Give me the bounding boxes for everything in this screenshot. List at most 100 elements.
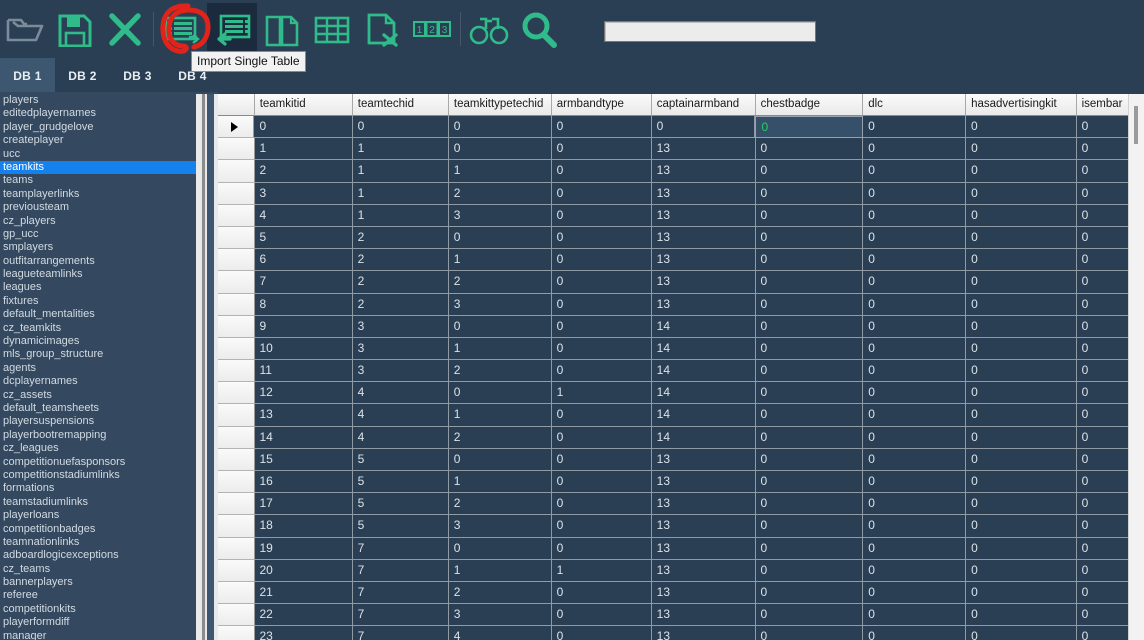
sidebar-item-smplayers[interactable]: smplayers bbox=[0, 241, 196, 254]
grid-cell[interactable]: 14 bbox=[254, 426, 353, 449]
row-header[interactable] bbox=[218, 337, 255, 361]
grid-cell[interactable]: 2 bbox=[254, 160, 353, 183]
grid-cell[interactable]: 5 bbox=[254, 226, 353, 250]
grid-cell[interactable]: 0 bbox=[448, 315, 552, 338]
grid-cell[interactable]: 0 bbox=[755, 515, 864, 538]
grid-cell[interactable]: 0 bbox=[755, 337, 864, 361]
grid-cell[interactable]: 13 bbox=[651, 581, 756, 605]
grid-cell[interactable]: 13 bbox=[651, 204, 756, 227]
table-row[interactable]: 23 7 4 0 13 0 0 0 0 bbox=[218, 626, 1144, 640]
grid-table-icon[interactable] bbox=[307, 3, 357, 55]
grid-cell[interactable]: 14 bbox=[651, 404, 756, 427]
grid-cell[interactable]: 3 bbox=[352, 360, 449, 383]
grid-cell[interactable]: 0 bbox=[966, 382, 1077, 405]
grid-cell[interactable]: 0 bbox=[254, 116, 353, 139]
grid-cell[interactable]: 1 bbox=[551, 382, 652, 405]
grid-cell[interactable]: 0 bbox=[966, 138, 1077, 161]
grid-cell[interactable]: 14 bbox=[651, 382, 756, 405]
grid-cell[interactable]: 0 bbox=[966, 448, 1077, 471]
grid-cell[interactable]: 0 bbox=[448, 537, 552, 560]
grid-cell[interactable]: 0 bbox=[863, 604, 967, 627]
row-header[interactable] bbox=[218, 559, 255, 582]
grid-cell[interactable]: 14 bbox=[651, 360, 756, 383]
grid-cell[interactable]: 0 bbox=[863, 559, 967, 582]
copy-table-icon[interactable] bbox=[257, 3, 307, 55]
row-header[interactable] bbox=[218, 271, 255, 294]
grid-column-header-armbandtype[interactable]: armbandtype bbox=[551, 94, 652, 116]
grid-cell[interactable]: 1 bbox=[352, 204, 449, 227]
grid-cell[interactable]: 0 bbox=[863, 337, 967, 361]
grid-cell[interactable]: 0 bbox=[755, 493, 864, 516]
sidebar-item-cz-assets[interactable]: cz_assets bbox=[0, 389, 196, 402]
grid-cell[interactable]: 0 bbox=[863, 160, 967, 183]
row-header[interactable] bbox=[218, 138, 255, 161]
grid-cell[interactable]: 1 bbox=[448, 471, 552, 494]
grid-cell[interactable]: 5 bbox=[352, 515, 449, 538]
grid-cell[interactable]: 0 bbox=[551, 581, 652, 605]
row-header[interactable] bbox=[218, 404, 255, 427]
grid-cell[interactable]: 0 bbox=[551, 160, 652, 183]
grid-column-header-hasadvertisingkit[interactable]: hasadvertisingkit bbox=[966, 94, 1077, 116]
grid-cell[interactable]: 0 bbox=[863, 271, 967, 294]
sidebar-item-teamnationlinks[interactable]: teamnationlinks bbox=[0, 536, 196, 549]
grid-cell[interactable]: 3 bbox=[352, 315, 449, 338]
row-header[interactable] bbox=[218, 315, 255, 338]
grid-cell[interactable]: 0 bbox=[448, 116, 552, 139]
table-row[interactable]: 16 5 1 0 13 0 0 0 0 bbox=[218, 471, 1144, 494]
grid-column-header-dlc[interactable]: dlc bbox=[863, 94, 967, 116]
row-header[interactable] bbox=[218, 382, 255, 405]
table-row[interactable]: 7 2 2 0 13 0 0 0 0 bbox=[218, 271, 1144, 294]
row-header[interactable] bbox=[218, 204, 255, 227]
grid-cell[interactable]: 13 bbox=[254, 404, 353, 427]
grid-cell[interactable]: 0 bbox=[966, 160, 1077, 183]
grid-cell[interactable]: 0 bbox=[863, 515, 967, 538]
grid-cell[interactable]: 0 bbox=[863, 249, 967, 272]
grid-cell[interactable]: 0 bbox=[551, 537, 652, 560]
sidebar-item-playerbootremapping[interactable]: playerbootremapping bbox=[0, 429, 196, 442]
row-header[interactable] bbox=[218, 515, 255, 538]
grid-cell[interactable]: 0 bbox=[966, 404, 1077, 427]
sidebar-item-cz-teams[interactable]: cz_teams bbox=[0, 563, 196, 576]
table-row[interactable]: 2 1 1 0 13 0 0 0 0 bbox=[218, 160, 1144, 183]
grid-cell[interactable]: 0 bbox=[755, 271, 864, 294]
grid-cell[interactable]: 18 bbox=[254, 515, 353, 538]
grid-cell[interactable]: 0 bbox=[966, 471, 1077, 494]
grid-cell[interactable]: 23 bbox=[254, 626, 353, 640]
row-header[interactable] bbox=[218, 426, 255, 449]
row-header[interactable] bbox=[218, 471, 255, 494]
grid-cell[interactable]: 0 bbox=[755, 426, 864, 449]
grid-cell[interactable]: 0 bbox=[551, 337, 652, 361]
grid-cell[interactable]: 4 bbox=[254, 204, 353, 227]
row-header[interactable] bbox=[218, 226, 255, 250]
grid-cell[interactable]: 0 bbox=[755, 382, 864, 405]
row-header[interactable] bbox=[218, 581, 255, 605]
grid-cell[interactable]: 0 bbox=[448, 382, 552, 405]
grid-cell[interactable]: 15 bbox=[254, 448, 353, 471]
grid-cell[interactable]: 1 bbox=[352, 138, 449, 161]
sidebar-item-players[interactable]: players bbox=[0, 94, 196, 107]
grid-cell[interactable]: 12 bbox=[254, 382, 353, 405]
grid-cell[interactable]: 1 bbox=[254, 138, 353, 161]
grid-cell[interactable]: 0 bbox=[755, 581, 864, 605]
row-header[interactable] bbox=[218, 249, 255, 272]
grid-cell[interactable]: 0 bbox=[551, 116, 652, 139]
search-input[interactable] bbox=[604, 21, 816, 42]
table-list-sidebar[interactable]: players editedplayernames player_grudgelov… bbox=[0, 94, 196, 640]
table-row[interactable]: 13 4 1 0 14 0 0 0 0 bbox=[218, 404, 1144, 427]
grid-cell[interactable]: 0 bbox=[551, 315, 652, 338]
grid-cell[interactable]: 0 bbox=[551, 515, 652, 538]
tab-db-1[interactable]: DB 1 bbox=[0, 58, 55, 94]
grid-cell[interactable]: 0 bbox=[755, 204, 864, 227]
table-row[interactable]: 9 3 0 0 14 0 0 0 0 bbox=[218, 315, 1144, 338]
grid-cell[interactable]: 7 bbox=[352, 581, 449, 605]
grid-cell[interactable]: 0 bbox=[863, 471, 967, 494]
grid-cell[interactable]: 0 bbox=[966, 182, 1077, 205]
sidebar-item-outfitarrangements[interactable]: outfitarrangements bbox=[0, 255, 196, 268]
data-grid[interactable]: teamkitid teamtechid teamkittypetechid armb… bbox=[218, 94, 1144, 640]
grid-cell[interactable]: 0 bbox=[863, 493, 967, 516]
sidebar-item-leagueteamlinks[interactable]: leagueteamlinks bbox=[0, 268, 196, 281]
grid-cell[interactable]: 1 bbox=[448, 404, 552, 427]
grid-cell[interactable]: 20 bbox=[254, 559, 353, 582]
grid-cell[interactable]: 7 bbox=[254, 271, 353, 294]
grid-cell[interactable]: 0 bbox=[755, 471, 864, 494]
